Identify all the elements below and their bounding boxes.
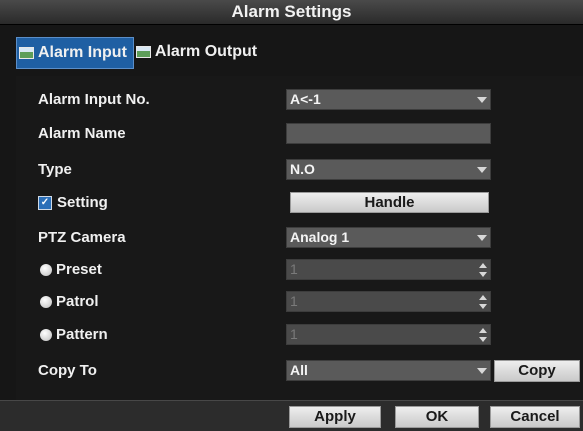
alarm-name-row: Alarm Name <box>16 121 583 147</box>
pattern-value: 1 <box>290 326 298 342</box>
alarm-settings-window: Alarm Settings Alarm Input Alarm Output … <box>0 0 583 431</box>
setting-row: ✓ Setting Handle <box>16 190 583 216</box>
tab-alarm-output[interactable]: Alarm Output <box>134 37 263 67</box>
checkbox-checked-icon[interactable]: ✓ <box>38 195 52 210</box>
spin-arrows-icon[interactable] <box>478 327 488 343</box>
alarm-name-label: Alarm Name <box>38 125 126 142</box>
patrol-label: Patrol <box>56 293 99 310</box>
alarm-name-input[interactable] <box>286 123 491 144</box>
alarm-input-no-label: Alarm Input No. <box>38 91 150 108</box>
tab-picture-icon <box>19 47 34 59</box>
cancel-button[interactable]: Cancel <box>490 406 580 428</box>
radio-icon[interactable] <box>40 295 52 308</box>
patrol-radio-label[interactable]: Patrol <box>40 293 99 310</box>
pattern-spinbox[interactable]: 1 <box>286 324 491 345</box>
setting-checkbox-label[interactable]: ✓ Setting <box>38 194 108 211</box>
ptz-camera-value: Analog 1 <box>290 229 350 245</box>
ptz-camera-label: PTZ Camera <box>38 229 126 246</box>
preset-radio-label[interactable]: Preset <box>40 261 102 278</box>
radio-icon[interactable] <box>40 328 52 341</box>
tab-picture-icon <box>135 46 151 58</box>
chevron-down-icon <box>477 97 487 103</box>
copy-to-value: All <box>290 362 308 378</box>
type-label: Type <box>38 161 72 178</box>
window-title: Alarm Settings <box>0 0 583 25</box>
preset-label: Preset <box>56 261 102 278</box>
ptz-camera-row: PTZ Camera Analog 1 <box>16 225 583 251</box>
setting-label: Setting <box>57 194 108 211</box>
copy-to-row: Copy To All Copy <box>16 358 583 384</box>
apply-button[interactable]: Apply <box>289 406 381 428</box>
ptz-camera-select[interactable]: Analog 1 <box>286 227 491 248</box>
pattern-label: Pattern <box>56 326 108 343</box>
copy-to-label: Copy To <box>38 362 97 379</box>
pattern-row: Pattern 1 <box>16 322 583 348</box>
type-select[interactable]: N.O <box>286 159 491 180</box>
button-bar: Apply OK Cancel <box>0 400 583 431</box>
tab-label: Alarm Output <box>154 43 258 60</box>
alarm-input-no-select[interactable]: A<-1 <box>286 89 491 110</box>
chevron-down-icon <box>477 368 487 374</box>
pattern-radio-label[interactable]: Pattern <box>40 326 108 343</box>
copy-button[interactable]: Copy <box>494 360 580 382</box>
copy-to-select[interactable]: All <box>286 360 491 381</box>
settings-panel: Alarm Input No. A<-1 Alarm Name Type N.O… <box>16 76 583 400</box>
tab-bar: Alarm Input Alarm Output <box>16 37 263 69</box>
preset-value: 1 <box>290 261 298 277</box>
spin-arrows-icon[interactable] <box>478 262 488 278</box>
preset-spinbox[interactable]: 1 <box>286 259 491 280</box>
tab-alarm-input[interactable]: Alarm Input <box>16 37 134 69</box>
patrol-row: Patrol 1 <box>16 289 583 315</box>
type-value: N.O <box>290 161 315 177</box>
ok-button[interactable]: OK <box>395 406 479 428</box>
alarm-input-no-value: A<-1 <box>290 91 321 107</box>
type-row: Type N.O <box>16 157 583 183</box>
handle-button[interactable]: Handle <box>290 192 489 213</box>
chevron-down-icon <box>477 167 487 173</box>
chevron-down-icon <box>477 235 487 241</box>
alarm-input-no-row: Alarm Input No. A<-1 <box>16 87 583 113</box>
patrol-spinbox[interactable]: 1 <box>286 291 491 312</box>
preset-row: Preset 1 <box>16 257 583 283</box>
patrol-value: 1 <box>290 293 298 309</box>
tab-label: Alarm Input <box>38 44 127 61</box>
radio-icon[interactable] <box>40 263 52 276</box>
spin-arrows-icon[interactable] <box>478 294 488 310</box>
